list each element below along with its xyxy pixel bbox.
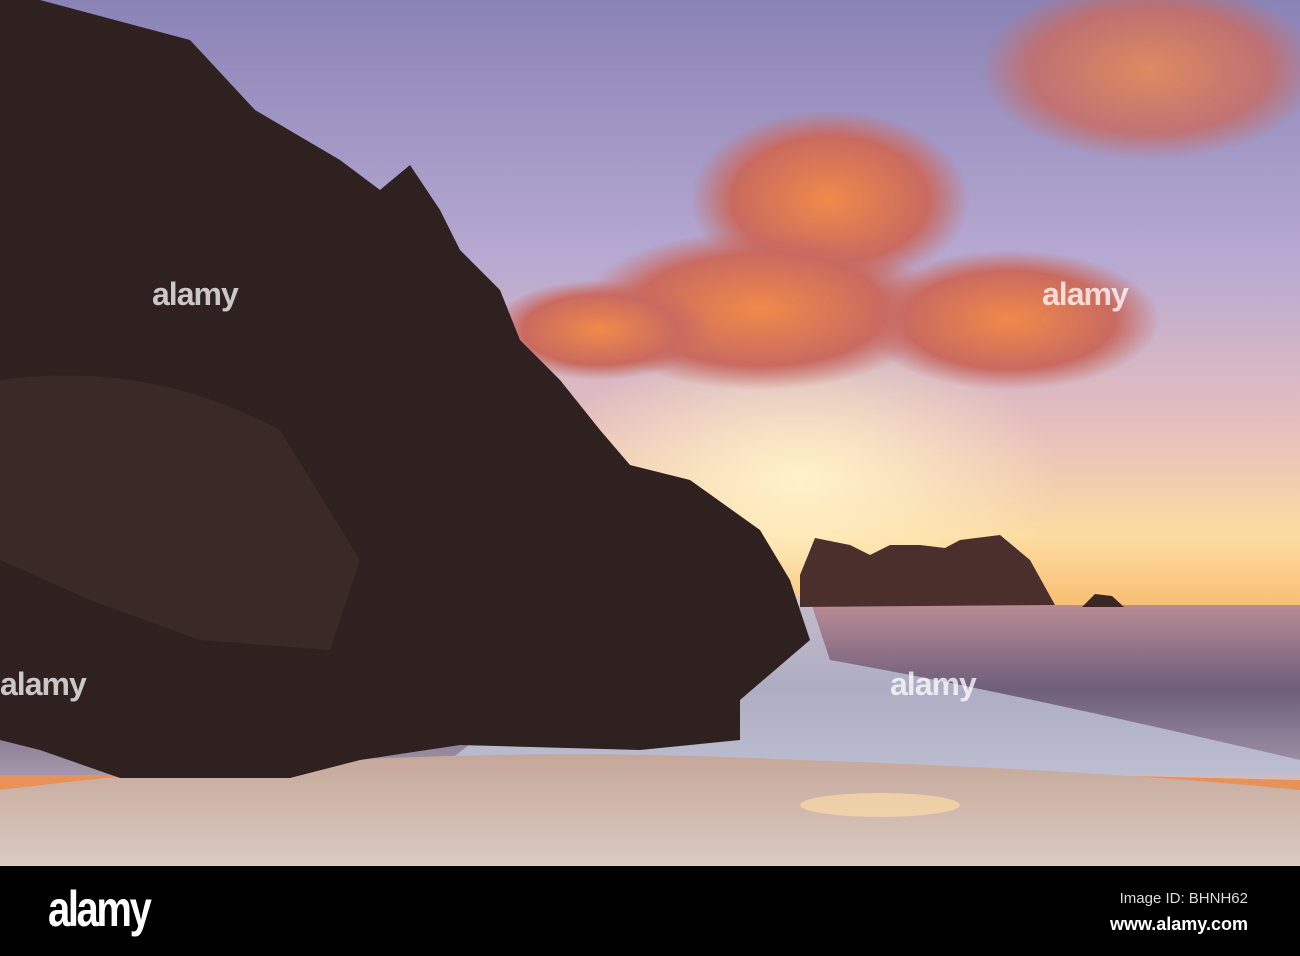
sunset-photo xyxy=(0,0,1300,866)
watermark: alamy xyxy=(0,666,87,702)
alamy-logo: alamy xyxy=(48,881,152,937)
footer-bar: alamy Image ID: BHNH62 www.alamy.com xyxy=(0,866,1300,956)
watermark: alamy xyxy=(1042,276,1129,312)
site-url: www.alamy.com xyxy=(1109,914,1248,934)
image-id: Image ID: BHNH62 xyxy=(1119,890,1248,907)
watermark: alamy xyxy=(152,276,239,312)
watermark: alamy xyxy=(890,666,977,702)
image-page: alamy alamy alamy alamy alamy Image ID: … xyxy=(0,0,1300,956)
